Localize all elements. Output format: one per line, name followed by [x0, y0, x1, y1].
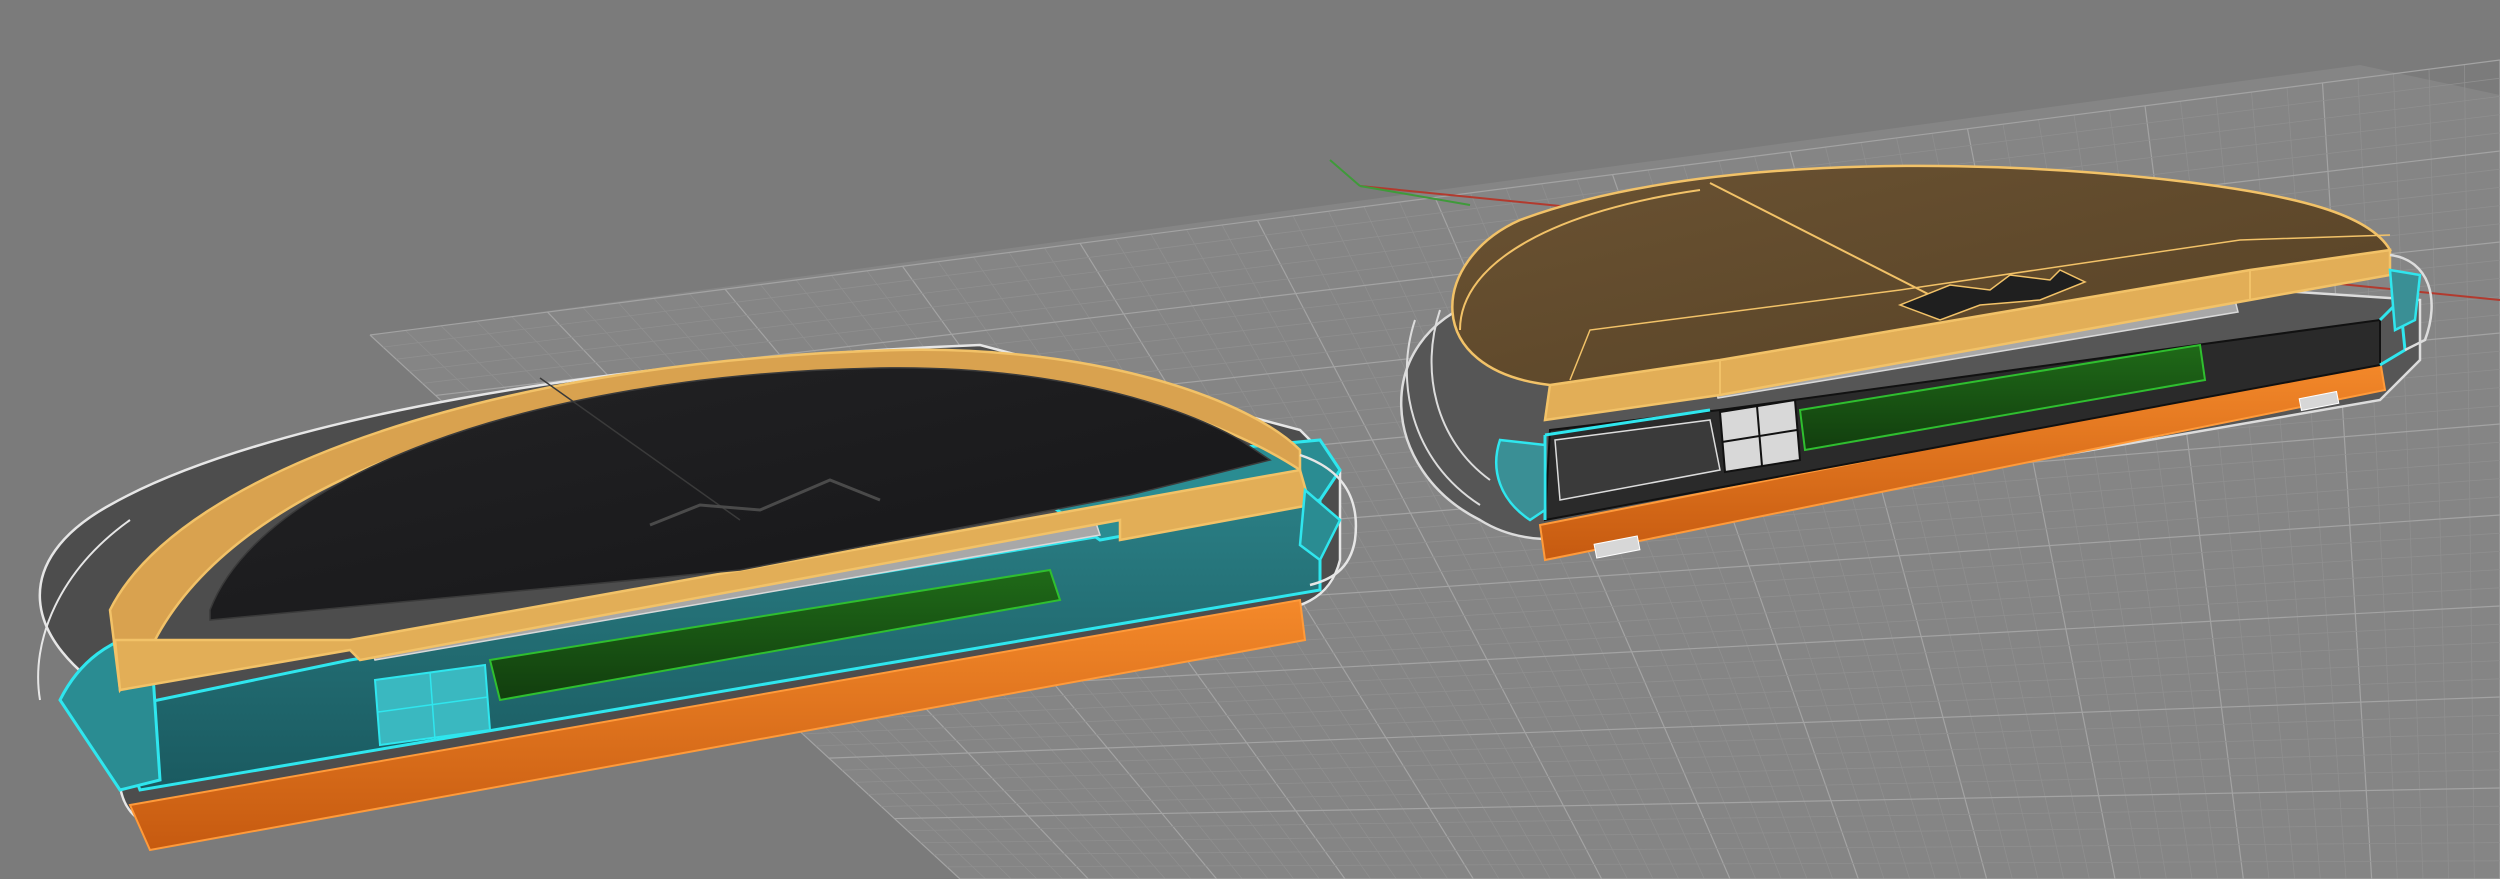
viewport-canvas[interactable]	[0, 0, 2500, 879]
perspective-viewport[interactable]	[0, 0, 2500, 879]
end-cap-pocket-right	[2388, 268, 2422, 332]
y-axis-line-back	[1329, 159, 1361, 187]
